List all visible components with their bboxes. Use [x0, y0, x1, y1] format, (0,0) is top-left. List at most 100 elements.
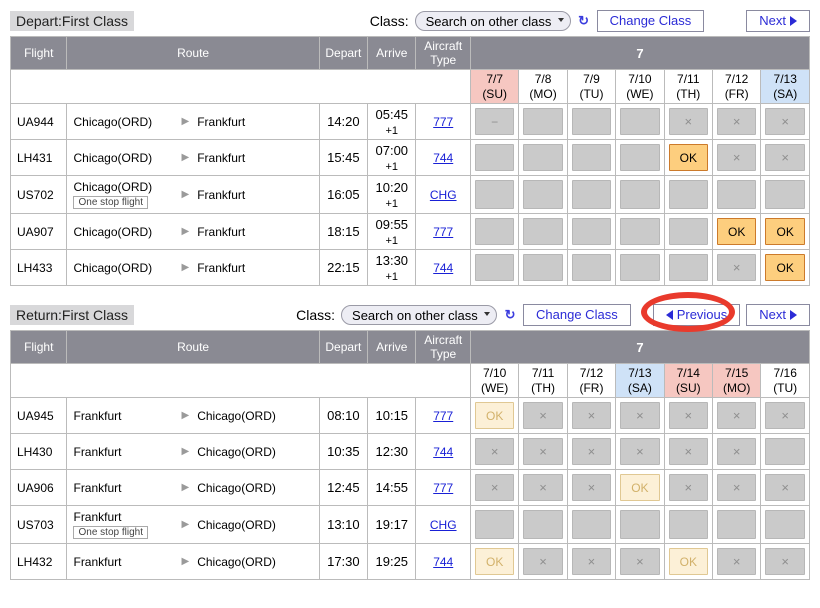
availability-cell: [761, 544, 810, 580]
availability-cell: [761, 104, 810, 140]
date-header: 7/10(WE): [470, 364, 518, 398]
aircraft-link[interactable]: 777: [433, 225, 453, 239]
depart-toolbar: Depart:First Class Class: Search on othe…: [10, 10, 810, 32]
route-arrow-icon: ▶: [181, 226, 189, 237]
date-row-lead: [11, 70, 471, 104]
route-cell: Chicago(ORD)▶Frankfurt: [67, 140, 319, 176]
date-header: 7/16(TU): [761, 364, 810, 398]
destination: Frankfurt: [197, 115, 245, 129]
origin: Chicago(ORD): [73, 261, 152, 275]
origin: Frankfurt: [73, 481, 121, 495]
availability-cell: [712, 398, 760, 434]
depart-section: Depart:First Class Class: Search on othe…: [10, 10, 810, 286]
route-arrow-icon: ▶: [181, 482, 189, 493]
change-class-button[interactable]: Change Class: [597, 10, 705, 32]
table-row: UA906Frankfurt▶Chicago(ORD)12:4514:55777…: [11, 470, 810, 506]
route-cell: FrankfurtOne stop flight▶Chicago(ORD): [67, 506, 319, 544]
date-header: 7/14(SU): [664, 364, 712, 398]
arrive-time: 10:15: [368, 398, 416, 434]
class-select-2[interactable]: Search on other class: [341, 305, 497, 325]
availability-cell: [567, 140, 615, 176]
availability-cell: [664, 506, 712, 544]
availability-cell[interactable]: OK: [761, 214, 810, 250]
th-month-2: 7: [470, 331, 809, 364]
availability-cell: [470, 506, 518, 544]
th-aircraft-2: Aircraft Type: [416, 331, 470, 364]
aircraft-cell: CHG: [416, 176, 470, 214]
depart-time: 15:45: [319, 140, 367, 176]
table-row: UA944Chicago(ORD)▶Frankfurt14:2005:45+17…: [11, 104, 810, 140]
class-select[interactable]: Search on other class: [415, 11, 571, 31]
aircraft-link[interactable]: 744: [433, 445, 453, 459]
date-header: 7/8(MO): [519, 70, 567, 104]
flight-number: UA945: [11, 398, 67, 434]
destination: Chicago(ORD): [197, 481, 276, 495]
availability-cell: [712, 506, 760, 544]
availability-cell: [664, 176, 712, 214]
next-button[interactable]: Next: [746, 10, 810, 32]
table-row: US703FrankfurtOne stop flight▶Chicago(OR…: [11, 506, 810, 544]
previous-button[interactable]: Previous: [653, 304, 741, 326]
destination: Chicago(ORD): [197, 409, 276, 423]
availability-cell: [567, 176, 615, 214]
change-class-button-2[interactable]: Change Class: [523, 304, 631, 326]
availability-cell: [712, 104, 760, 140]
aircraft-link[interactable]: 744: [433, 261, 453, 275]
availability-cell: [567, 104, 615, 140]
date-header: 7/9(TU): [567, 70, 615, 104]
flight-number: LH430: [11, 434, 67, 470]
availability-cell: [470, 140, 518, 176]
table-row: LH433Chicago(ORD)▶Frankfurt22:1513:30+17…: [11, 250, 810, 286]
arrive-time: 12:30: [368, 434, 416, 470]
chevron-left-icon: [666, 310, 673, 320]
route-arrow-icon: ▶: [181, 519, 189, 530]
aircraft-cell: 744: [416, 434, 470, 470]
availability-cell: [616, 434, 664, 470]
table-row: US702Chicago(ORD)One stop flight▶Frankfu…: [11, 176, 810, 214]
aircraft-link[interactable]: 777: [433, 115, 453, 129]
availability-cell: [761, 434, 810, 470]
th-depart-2: Depart: [319, 331, 367, 364]
next-button-2[interactable]: Next: [746, 304, 810, 326]
table-row: LH430Frankfurt▶Chicago(ORD)10:3512:30744: [11, 434, 810, 470]
th-arrive-2: Arrive: [368, 331, 416, 364]
aircraft-link[interactable]: CHG: [430, 188, 457, 202]
th-flight-2: Flight: [11, 331, 67, 364]
availability-cell: [664, 104, 712, 140]
depart-time: 08:10: [319, 398, 367, 434]
depart-time: 12:45: [319, 470, 367, 506]
aircraft-link[interactable]: 777: [433, 481, 453, 495]
availability-cell: [761, 398, 810, 434]
th-depart: Depart: [319, 37, 367, 70]
route-cell: Chicago(ORD)▶Frankfurt: [67, 250, 319, 286]
date-header: 7/11(TH): [519, 364, 567, 398]
availability-cell[interactable]: OK: [470, 544, 518, 580]
availability-cell: [567, 214, 615, 250]
origin: Frankfurt: [73, 445, 121, 459]
origin: Chicago(ORD): [73, 151, 152, 165]
date-header: 7/11(TH): [664, 70, 712, 104]
destination: Frankfurt: [197, 225, 245, 239]
aircraft-link[interactable]: 777: [433, 409, 453, 423]
aircraft-link[interactable]: 744: [433, 151, 453, 165]
origin: Frankfurt: [73, 555, 121, 569]
aircraft-cell: CHG: [416, 506, 470, 544]
availability-cell[interactable]: OK: [616, 470, 664, 506]
depart-time: 14:20: [319, 104, 367, 140]
availability-cell: [519, 176, 567, 214]
aircraft-link[interactable]: 744: [433, 555, 453, 569]
route-cell: Chicago(ORD)▶Frankfurt: [67, 104, 319, 140]
availability-cell[interactable]: OK: [761, 250, 810, 286]
aircraft-cell: 744: [416, 250, 470, 286]
availability-cell[interactable]: OK: [664, 544, 712, 580]
availability-cell: [470, 434, 518, 470]
th-aircraft: Aircraft Type: [416, 37, 470, 70]
route-arrow-icon: ▶: [181, 152, 189, 163]
availability-cell[interactable]: OK: [664, 140, 712, 176]
th-flight: Flight: [11, 37, 67, 70]
origin: Chicago(ORD): [73, 115, 152, 129]
availability-cell[interactable]: OK: [470, 398, 518, 434]
destination: Frankfurt: [197, 188, 245, 202]
availability-cell[interactable]: OK: [712, 214, 760, 250]
aircraft-link[interactable]: CHG: [430, 518, 457, 532]
